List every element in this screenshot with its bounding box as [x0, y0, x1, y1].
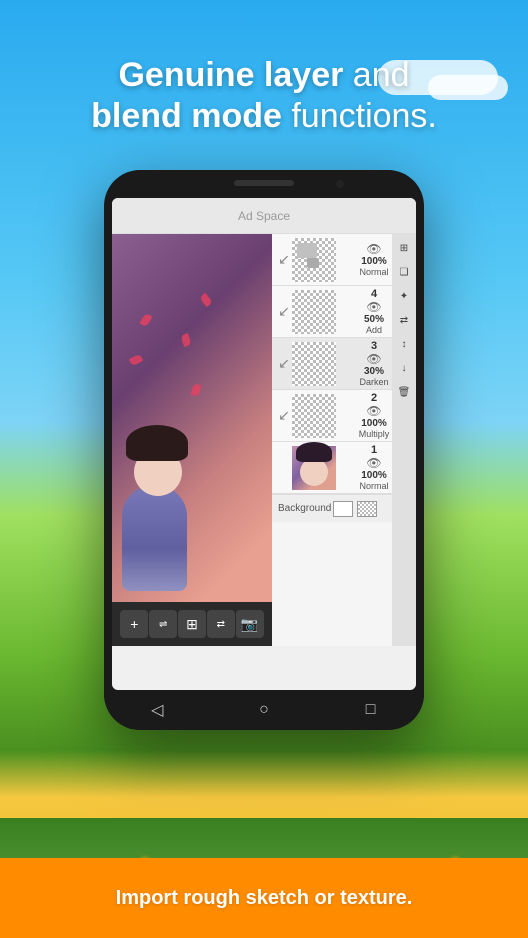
phone-speaker: [234, 180, 294, 186]
merge-indicator: ↙: [276, 355, 292, 372]
layer-visibility-icon[interactable]: 👁: [366, 404, 381, 418]
layer-number: 4: [371, 288, 377, 300]
layer-opacity: 100%: [361, 418, 387, 429]
headline-normal-2: functions.: [282, 97, 437, 135]
move-icon[interactable]: ✦: [394, 286, 414, 306]
layer-opacity: 50%: [364, 314, 384, 325]
headline-bold-2: blend mode: [91, 97, 282, 135]
headline: Genuine layer and blend mode functions.: [0, 55, 528, 137]
add-layer-button[interactable]: +: [120, 610, 148, 638]
layer-number: 2: [371, 392, 377, 404]
merge-button[interactable]: ⇌: [149, 610, 177, 638]
figure-body: [122, 486, 187, 591]
petal: [140, 313, 153, 327]
flip-icon[interactable]: ⇄: [394, 310, 414, 330]
home-button[interactable]: ○: [252, 698, 276, 722]
checker-icon[interactable]: ⊞: [394, 238, 414, 258]
ad-space-label: Ad Space: [238, 209, 290, 223]
merge-indicator: ↙: [276, 407, 292, 424]
right-panel: ⊞ ❑ ✦ ⇄ ↕ ↓ 🗑: [392, 234, 416, 646]
layer-number: 1: [371, 444, 377, 456]
petal: [199, 293, 213, 307]
merge-indicator: ↙: [276, 303, 292, 320]
layer-opacity: 100%: [361, 470, 387, 481]
background-label: Background: [278, 503, 331, 514]
layer-mode: Darken: [359, 377, 388, 387]
petal: [191, 383, 202, 397]
bg-color-checker[interactable]: [357, 501, 377, 517]
layer-mode: Add: [366, 325, 382, 335]
bg-color-white[interactable]: [333, 501, 353, 517]
layer-thumbnail: [292, 394, 336, 438]
layer-thumbnail: [292, 290, 336, 334]
figure-hair: [126, 425, 188, 461]
bottom-banner: Import rough sketch or texture.: [0, 858, 528, 938]
ad-space: Ad Space: [112, 198, 416, 234]
canvas-artwork: [112, 234, 272, 646]
phone-nav: ◁ ○ □: [104, 690, 424, 730]
layer-thumbnail: [292, 342, 336, 386]
layer-mode: Multiply: [359, 429, 390, 439]
phone-screen: Ad Space + ⇌ ⊞: [112, 198, 416, 690]
canvas-area[interactable]: + ⇌ ⊞ ⇄ 📷: [112, 234, 272, 646]
layer-mode: Normal: [359, 267, 388, 277]
transform-icon[interactable]: ↕: [394, 334, 414, 354]
layer-visibility-icon[interactable]: 👁: [366, 352, 381, 366]
headline-bold-1: Genuine layer: [118, 56, 343, 94]
phone-frame: Ad Space + ⇌ ⊞: [104, 170, 424, 730]
merge-indicator: ↙: [276, 251, 292, 268]
layer-mode: Normal: [359, 481, 388, 491]
duplicate-button[interactable]: ⊞: [178, 610, 206, 638]
download-icon[interactable]: ↓: [394, 358, 414, 378]
phone-camera: [336, 180, 344, 188]
flip-button[interactable]: ⇄: [207, 610, 235, 638]
layer-group-icon[interactable]: ❑: [394, 262, 414, 282]
delete-icon[interactable]: 🗑: [394, 382, 414, 402]
layer-visibility-icon[interactable]: 👁: [366, 242, 381, 256]
canvas-toolbar: + ⇌ ⊞ ⇄ 📷: [112, 602, 272, 646]
layer-visibility-icon[interactable]: 👁: [366, 300, 381, 314]
petal: [129, 354, 143, 367]
recents-button[interactable]: □: [359, 698, 383, 722]
layer-visibility-icon[interactable]: 👁: [366, 456, 381, 470]
layer-number: 3: [371, 340, 377, 352]
bottom-banner-text: Import rough sketch or texture.: [116, 887, 413, 910]
headline-normal-1: and: [343, 56, 409, 94]
layer-thumbnail: [292, 446, 336, 490]
back-button[interactable]: ◁: [145, 698, 169, 722]
camera-button[interactable]: 📷: [236, 610, 264, 638]
layer-opacity: 100%: [361, 256, 387, 267]
petal: [180, 333, 192, 347]
layer-opacity: 30%: [364, 366, 384, 377]
layer-thumbnail: [292, 238, 336, 282]
